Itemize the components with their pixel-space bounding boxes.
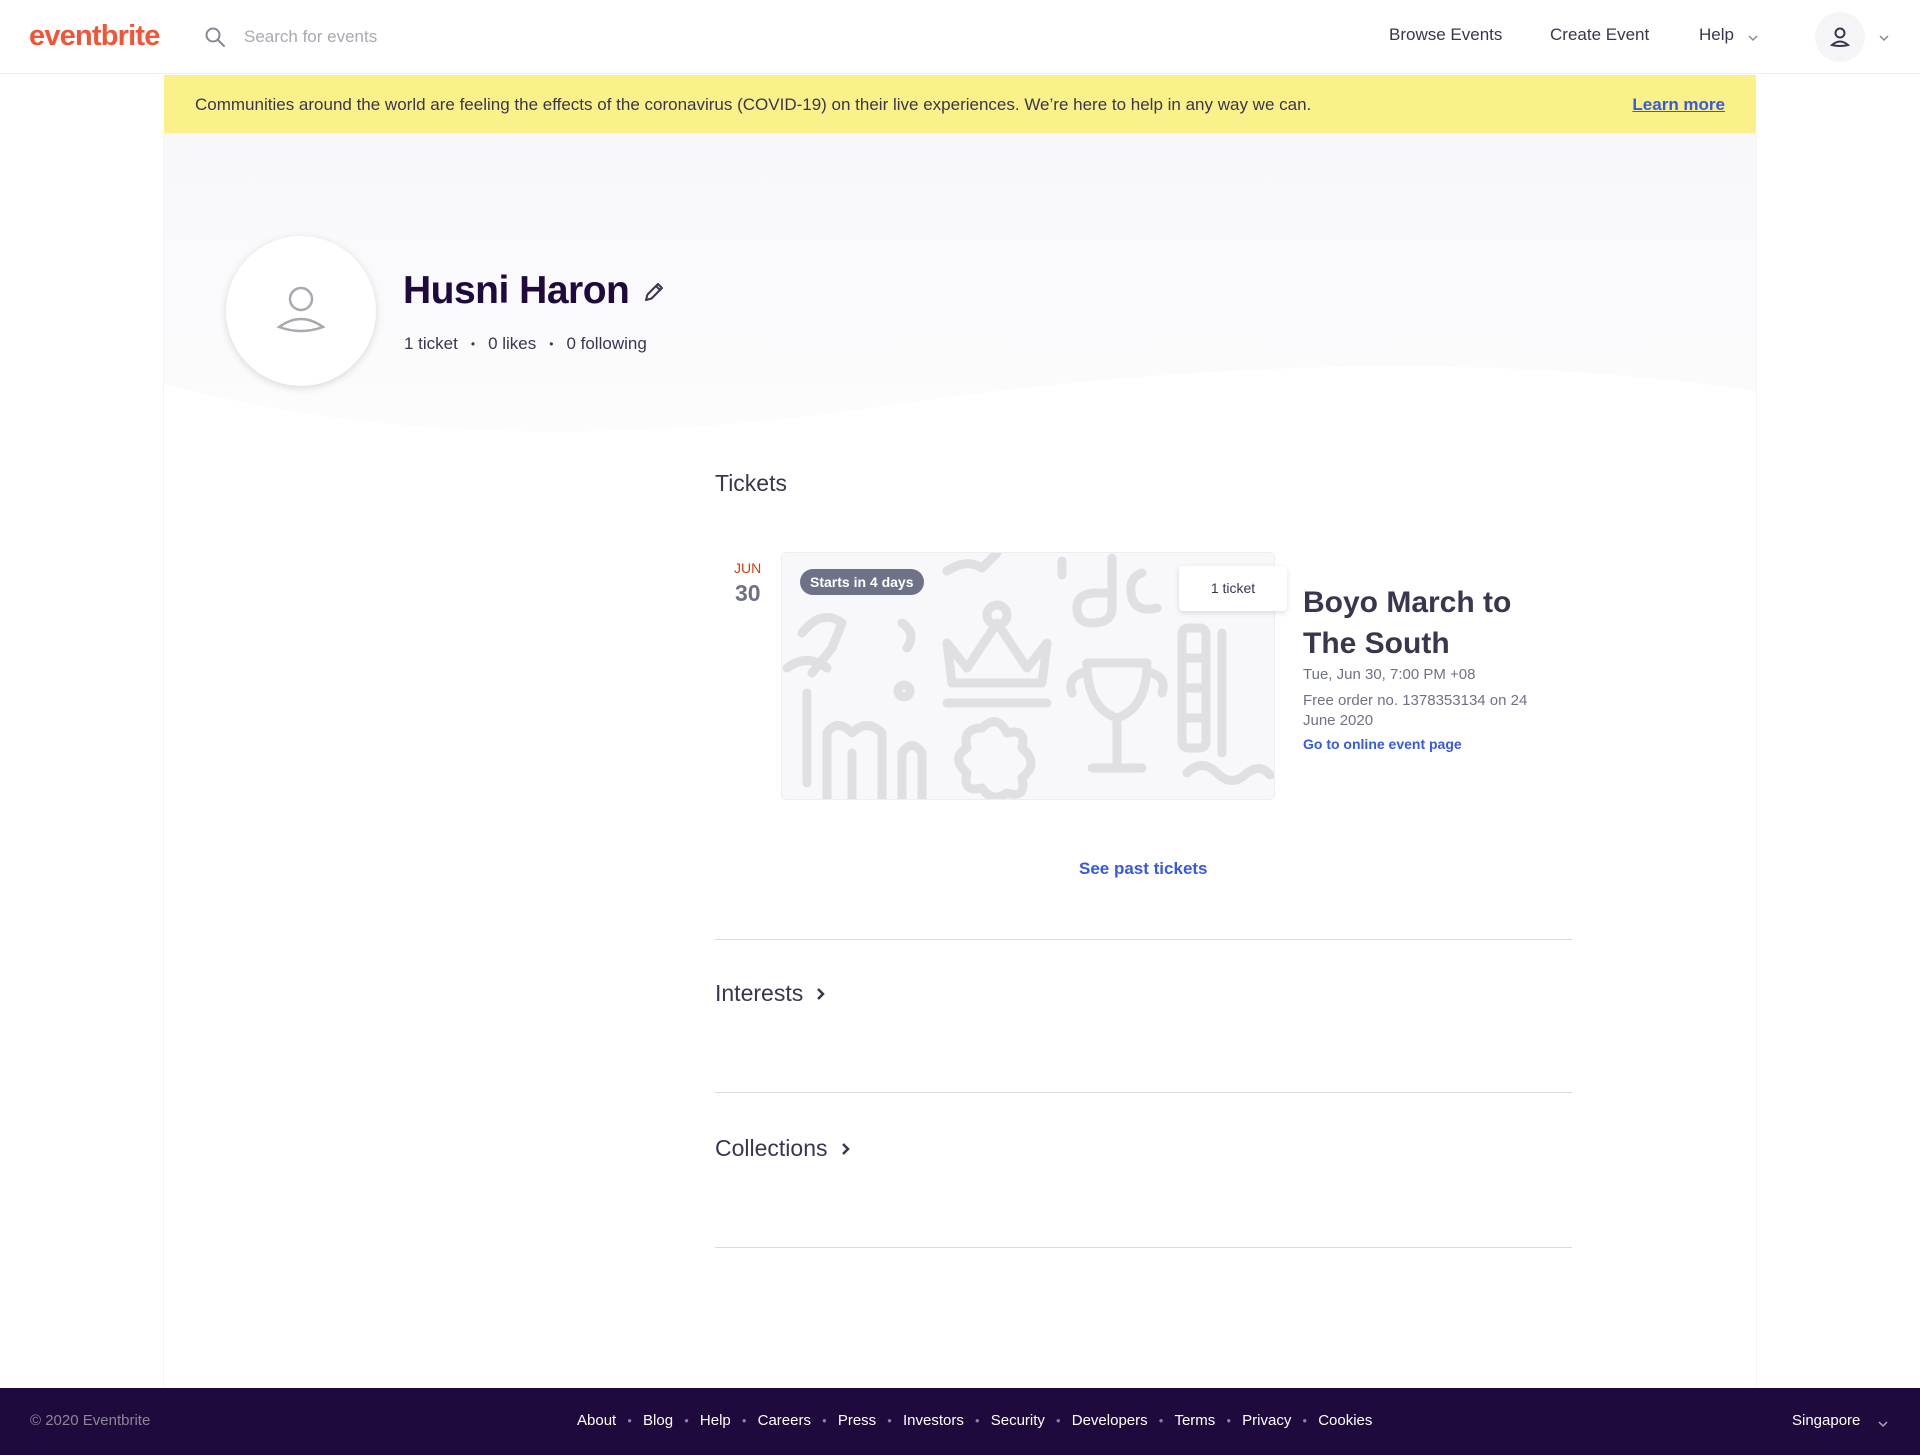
following-count: 0 following <box>566 334 647 353</box>
interests-heading: Interests <box>715 980 804 1006</box>
profile-avatar[interactable] <box>226 236 376 386</box>
section-divider <box>715 1247 1572 1248</box>
separator-dot: ● <box>821 1416 827 1425</box>
event-day: 30 <box>735 580 761 606</box>
footer-link-privacy[interactable]: Privacy <box>1242 1412 1291 1429</box>
pencil-icon[interactable] <box>641 279 667 305</box>
footer-link-about[interactable]: About <box>577 1412 616 1429</box>
account-menu-button[interactable] <box>1815 12 1865 62</box>
footer-link-cookies[interactable]: Cookies <box>1318 1412 1372 1429</box>
separator-dot: ● <box>627 1416 633 1425</box>
section-divider <box>715 1092 1572 1093</box>
footer-link-developers[interactable]: Developers <box>1072 1412 1148 1429</box>
help-menu[interactable]: Help <box>1699 25 1734 45</box>
region-selector[interactable]: Singapore <box>1792 1412 1860 1429</box>
search-input[interactable] <box>244 22 744 52</box>
ticket-count-tag: 1 ticket <box>1179 566 1287 611</box>
section-divider <box>715 939 1572 940</box>
create-event-link[interactable]: Create Event <box>1550 25 1649 45</box>
event-datetime: Tue, Jun 30, 7:00 PM +08 <box>1303 666 1476 683</box>
separator-dot: ● <box>1055 1416 1061 1425</box>
likes-count: 0 likes <box>488 334 537 353</box>
footer: © 2020 Eventbrite About ● Blog ● Help ● … <box>0 1388 1920 1455</box>
footer-link-press[interactable]: Press <box>838 1412 876 1429</box>
search-icon <box>205 27 225 47</box>
chevron-right-icon <box>841 1142 850 1155</box>
copyright-text: © 2020 Eventbrite <box>30 1412 151 1429</box>
profile-name: Husni Haron <box>403 269 630 312</box>
separator-dot: ● <box>1158 1416 1164 1425</box>
collections-link[interactable]: Collections <box>715 1135 854 1162</box>
footer-link-careers[interactable]: Careers <box>758 1412 811 1429</box>
footer-link-investors[interactable]: Investors <box>903 1412 964 1429</box>
profile-page: Husni Haron 1 ticket • 0 likes • 0 follo… <box>164 134 1756 1388</box>
user-icon <box>1829 27 1851 47</box>
chevron-right-icon <box>817 987 825 1000</box>
event-month: JUN <box>734 560 762 576</box>
online-event-page-link[interactable]: Go to online event page <box>1303 736 1462 752</box>
interests-link[interactable]: Interests <box>715 980 829 1007</box>
chevron-down-icon[interactable] <box>1877 31 1891 45</box>
footer-link-blog[interactable]: Blog <box>643 1412 673 1429</box>
separator-dot: • <box>549 337 554 351</box>
top-navigation-bar: eventbrite Browse Events Create Event He… <box>0 0 1920 74</box>
collections-heading: Collections <box>715 1135 828 1161</box>
footer-link-terms[interactable]: Terms <box>1174 1412 1215 1429</box>
separator-dot: ● <box>1226 1416 1232 1425</box>
eventbrite-logo[interactable]: eventbrite <box>29 20 160 53</box>
separator-dot: ● <box>974 1416 980 1425</box>
chevron-down-icon[interactable] <box>1876 1417 1890 1431</box>
footer-link-help[interactable]: Help <box>700 1412 731 1429</box>
event-order-info: Free order no. 1378353134 on 24 June 202… <box>1303 692 1528 729</box>
starts-in-badge: Starts in 4 days <box>800 569 924 595</box>
covid-banner: Communities around the world are feeling… <box>164 75 1756 134</box>
tickets-count: 1 ticket <box>404 334 458 353</box>
separator-dot: ● <box>684 1416 689 1425</box>
see-past-tickets-link[interactable]: See past tickets <box>1079 859 1208 879</box>
tickets-heading: Tickets <box>715 470 787 496</box>
separator-dot: ● <box>741 1416 747 1425</box>
chevron-down-icon[interactable] <box>1746 31 1760 45</box>
learn-more-link[interactable]: Learn more <box>1632 95 1725 115</box>
banner-text: Communities around the world are feeling… <box>195 95 1312 114</box>
footer-links: About ● Blog ● Help ● Careers ● Press ● … <box>577 1412 1372 1429</box>
user-icon <box>276 286 326 333</box>
separator-dot: • <box>470 337 476 351</box>
profile-stats: 1 ticket • 0 likes • 0 following <box>404 334 647 354</box>
footer-link-security[interactable]: Security <box>991 1412 1045 1429</box>
separator-dot: ● <box>887 1416 893 1425</box>
browse-events-link[interactable]: Browse Events <box>1389 25 1502 45</box>
separator-dot: ● <box>1302 1416 1308 1425</box>
event-title[interactable]: Boyo March to The South <box>1303 582 1523 664</box>
